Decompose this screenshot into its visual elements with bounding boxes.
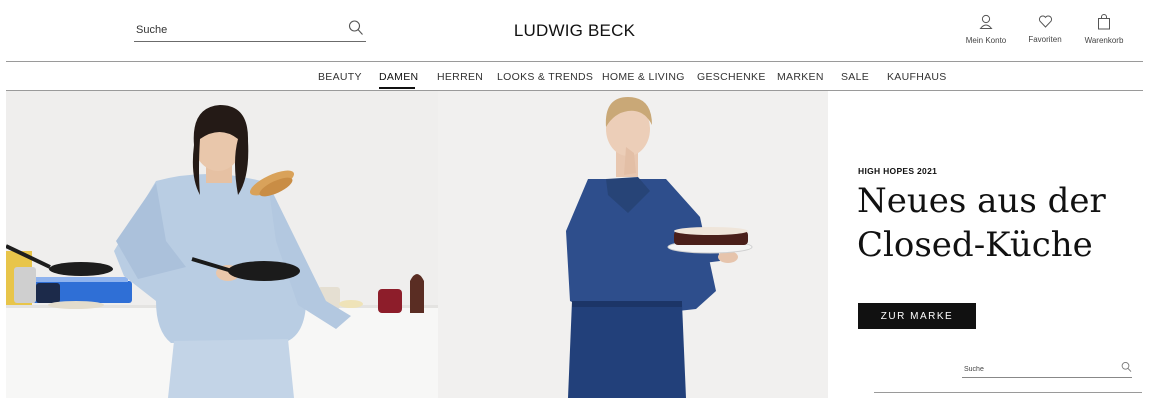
hero-headline: Neues aus der Closed-Küche xyxy=(857,179,1147,267)
nav-item-damen[interactable]: DAMEN xyxy=(379,71,418,83)
favorites-label: Favoriten xyxy=(1028,35,1062,44)
nav-item-sale[interactable]: SALE xyxy=(841,71,869,83)
main-navigation: BEAUTY DAMEN HERREN LOOKS & TRENDS HOME … xyxy=(0,62,1149,91)
site-logo[interactable]: LUDWIG BECK xyxy=(514,21,635,40)
nav-item-herren[interactable]: HERREN xyxy=(437,71,483,83)
hero-banner: HIGH HOPES 2021 Neues aus der Closed-Küc… xyxy=(0,91,1149,398)
search-input[interactable] xyxy=(136,22,336,38)
nav-item-marken[interactable]: MARKEN xyxy=(777,71,824,83)
header-search xyxy=(134,18,366,42)
shopping-bag-icon xyxy=(1074,14,1134,30)
zur-marke-button[interactable]: ZUR MARKE xyxy=(858,303,976,329)
hero-headline-line-2: Closed-Küche xyxy=(857,225,1093,265)
cart-button[interactable]: Warenkorb xyxy=(1074,14,1134,45)
cake-scene-illustration xyxy=(566,97,753,398)
nav-item-beauty[interactable]: BEAUTY xyxy=(318,71,362,83)
hero-text-panel: HIGH HOPES 2021 Neues aus der Closed-Küc… xyxy=(828,91,1149,398)
account-button[interactable]: Mein Konto xyxy=(956,14,1016,45)
hero-image-cake[interactable] xyxy=(438,91,828,398)
pancake-scene-illustration xyxy=(6,105,438,398)
nav-active-indicator xyxy=(379,87,415,89)
search-icon[interactable] xyxy=(1121,360,1132,372)
favorites-button[interactable]: Favoriten xyxy=(1015,14,1075,44)
hero-image-pancake-flip[interactable] xyxy=(6,91,438,398)
hero-headline-line-1: Neues aus der xyxy=(857,181,1106,221)
nav-item-looks-trends[interactable]: LOOKS & TRENDS xyxy=(497,71,593,83)
secondary-search xyxy=(962,360,1132,378)
cart-label: Warenkorb xyxy=(1084,36,1124,45)
account-label: Mein Konto xyxy=(965,36,1007,45)
nav-item-geschenke[interactable]: GESCHENKE xyxy=(697,71,766,83)
nav-item-home-living[interactable]: HOME & LIVING xyxy=(602,71,685,83)
heart-icon xyxy=(1015,14,1075,29)
panel-divider xyxy=(874,392,1142,393)
user-icon xyxy=(956,14,1016,30)
site-header: LUDWIG BECK Mein Konto Favoriten Warenko… xyxy=(0,0,1149,62)
search-icon[interactable] xyxy=(348,19,364,37)
secondary-search-input[interactable] xyxy=(964,363,1104,375)
nav-item-kaufhaus[interactable]: KAUFHAUS xyxy=(887,71,947,83)
hero-eyebrow: HIGH HOPES 2021 xyxy=(858,166,938,176)
